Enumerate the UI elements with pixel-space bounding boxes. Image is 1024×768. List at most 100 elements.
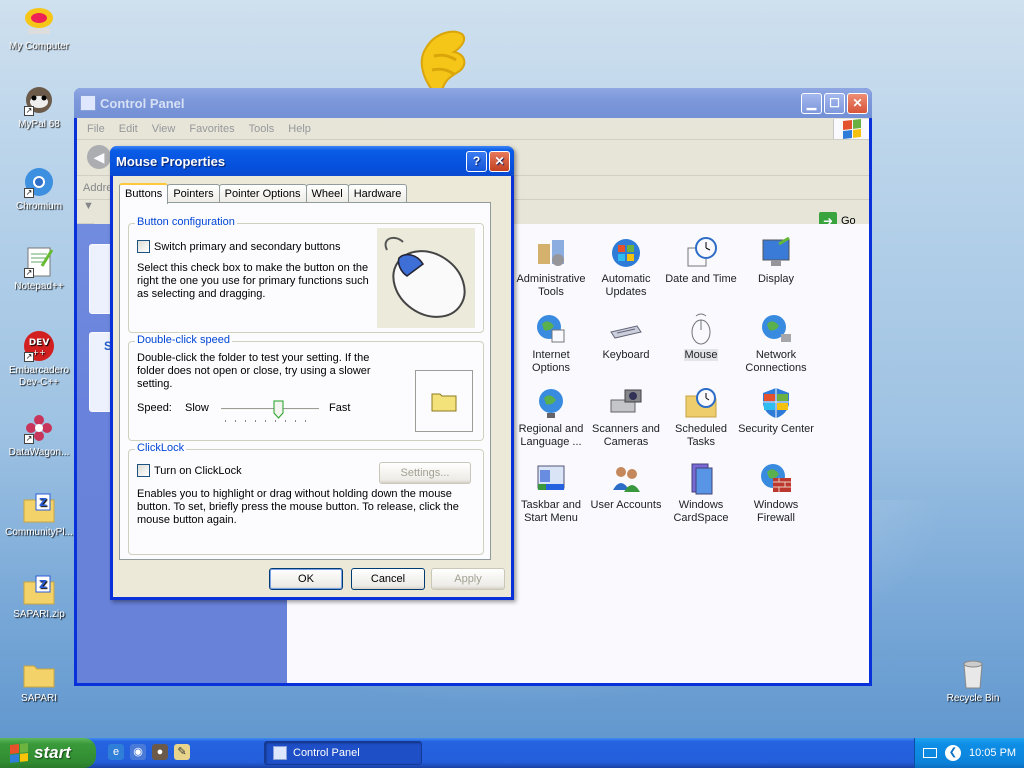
cp-item-taskbar-and-start-menu[interactable]: Taskbar and Start Menu xyxy=(513,462,589,525)
switch-buttons-checkbox[interactable]: Switch primary and secondary buttons xyxy=(137,240,340,253)
mypal-icon[interactable]: ● xyxy=(152,744,168,760)
windows-logo-icon xyxy=(609,236,643,270)
menu-file[interactable]: File xyxy=(87,123,105,135)
administrative-tools-icon xyxy=(534,236,568,270)
desktop-icon-mypal[interactable]: ↗ MyPal 68 xyxy=(2,84,76,131)
cp-item-windows-firewall[interactable]: Windows Firewall xyxy=(738,462,814,525)
cp-item-automatic-updates[interactable]: Automatic Updates xyxy=(588,236,664,299)
clicklock-checkbox[interactable]: Turn on ClickLock xyxy=(137,464,242,477)
slider-ticks xyxy=(225,420,315,422)
slider-thumb[interactable] xyxy=(273,400,284,419)
cp-item-internet-options[interactable]: Internet Options xyxy=(513,312,589,375)
slow-label: Slow xyxy=(185,402,209,414)
cp-item-network-connections[interactable]: Network Connections xyxy=(738,312,814,375)
cp-item-regional-and-language[interactable]: Regional and Language ... xyxy=(513,386,589,449)
checkbox-box[interactable] xyxy=(137,464,150,477)
cp-item-scanners-and-cameras[interactable]: Scanners and Cameras xyxy=(588,386,664,449)
help-button[interactable]: ? xyxy=(466,150,487,172)
clicklock-description: Enables you to highlight or drag without… xyxy=(137,488,459,526)
double-click-description: Double-click the folder to test your set… xyxy=(137,352,371,390)
menu-help[interactable]: Help xyxy=(288,123,311,135)
fast-label: Fast xyxy=(329,402,351,414)
scanner-icon xyxy=(609,386,643,420)
maximize-button[interactable]: ☐ xyxy=(824,92,845,114)
cancel-button[interactable]: Cancel xyxy=(351,568,425,590)
globe-icon xyxy=(534,386,568,420)
recycle-bin-icon xyxy=(956,658,990,690)
double-click-speed-slider[interactable] xyxy=(221,400,319,424)
tab-wheel[interactable]: Wheel xyxy=(305,184,349,203)
desktop-icon-communitypl[interactable]: Z CommunityPl... xyxy=(2,492,76,539)
menu-view[interactable]: View xyxy=(152,123,176,135)
dialog-titlebar[interactable]: Mouse Properties ? ✕ xyxy=(110,146,514,176)
tab-pointer-options[interactable]: Pointer Options xyxy=(218,184,307,203)
start-button[interactable]: start xyxy=(0,738,96,768)
wallpaper-mascot-icon xyxy=(420,30,466,91)
menu-favorites[interactable]: Favorites xyxy=(189,123,234,135)
control-panel-icon xyxy=(80,95,96,111)
cp-item-display[interactable]: Display xyxy=(738,236,814,286)
clicklock-label: ClickLock xyxy=(135,442,187,454)
checkbox-box[interactable] xyxy=(137,240,150,253)
clicklock-settings-button[interactable]: Settings... xyxy=(379,462,471,484)
desktop-icon-recycle-bin[interactable]: Recycle Bin xyxy=(936,658,1010,705)
raccoon-icon: ↗ xyxy=(22,84,56,116)
svg-text:DEV: DEV xyxy=(29,338,50,348)
globe-icon xyxy=(534,312,568,346)
tab-hardware[interactable]: Hardware xyxy=(347,184,408,203)
minimize-button[interactable]: ▁ xyxy=(801,92,822,114)
clock[interactable]: 10:05 PM xyxy=(969,747,1016,759)
keyboard-icon xyxy=(609,312,643,346)
mouse-properties-dialog: Mouse Properties ? ✕ Buttons Pointers Po… xyxy=(110,146,514,600)
desktop-icon-datawagon[interactable]: ↗ DataWagon... xyxy=(2,412,76,459)
media-icon[interactable]: ◉ xyxy=(130,744,146,760)
clock-icon xyxy=(684,236,718,270)
menu-tools[interactable]: Tools xyxy=(249,123,275,135)
desktop-icon-my-computer[interactable]: My Computer xyxy=(2,6,76,53)
desktop-icon-devcpp[interactable]: DEV ++ ↗ Embarcadero Dev-C++ xyxy=(2,330,76,389)
close-button[interactable]: ✕ xyxy=(847,92,868,114)
cp-item-scheduled-tasks[interactable]: Scheduled Tasks xyxy=(663,386,739,449)
internet-explorer-icon[interactable]: e xyxy=(108,744,124,760)
cp-item-security-center[interactable]: Security Center xyxy=(738,386,814,436)
address-dropdown-button[interactable]: ▼ xyxy=(77,200,94,224)
taskbar-item-control-panel[interactable]: Control Panel xyxy=(264,741,422,765)
chevron-left-icon[interactable]: ❮ xyxy=(945,745,961,761)
quick-launch: e ◉ ● ✎ xyxy=(108,744,190,760)
cp-item-date-and-time[interactable]: Date and Time xyxy=(663,236,739,286)
computer-icon xyxy=(22,6,56,38)
control-panel-icon xyxy=(273,746,287,760)
devcpp-icon: DEV ++ ↗ xyxy=(22,330,56,362)
notepad-icon[interactable]: ✎ xyxy=(174,744,190,760)
windows-flag-icon xyxy=(10,743,28,763)
desktop-icon-notepadpp[interactable]: ↗ Notepad++ xyxy=(2,246,76,293)
chromium-icon: ↗ xyxy=(22,166,56,198)
keyboard-icon[interactable] xyxy=(923,748,937,758)
control-panel-titlebar[interactable]: Control Panel ▁ ☐ ✕ xyxy=(74,88,872,118)
control-panel-title: Control Panel xyxy=(100,95,185,111)
tab-pointers[interactable]: Pointers xyxy=(167,184,220,203)
cp-item-windows-cardspace[interactable]: Windows CardSpace xyxy=(663,462,739,525)
cp-item-mouse[interactable]: Mouse xyxy=(663,312,739,362)
svg-text:Z: Z xyxy=(39,578,47,591)
tab-buttons[interactable]: Buttons xyxy=(119,183,169,204)
cp-item-keyboard[interactable]: Keyboard xyxy=(588,312,664,362)
dialog-close-button[interactable]: ✕ xyxy=(489,150,510,172)
windows-flag-icon xyxy=(833,118,869,139)
ok-button[interactable]: OK xyxy=(269,568,343,590)
cp-item-administrative-tools[interactable]: Administrative Tools xyxy=(513,236,589,299)
folder-icon xyxy=(22,658,56,690)
slider-track xyxy=(221,408,319,411)
menu-edit[interactable]: Edit xyxy=(119,123,138,135)
cp-item-user-accounts[interactable]: User Accounts xyxy=(588,462,664,512)
desktop-icon-sapari-zip[interactable]: Z SAPARI.zip xyxy=(2,574,76,621)
apply-button[interactable]: Apply xyxy=(431,568,505,590)
double-click-speed-label: Double-click speed xyxy=(135,334,232,346)
desktop-icon-chromium[interactable]: ↗ Chromium xyxy=(2,166,76,213)
back-arrow-icon[interactable]: ◀ xyxy=(87,145,111,169)
desktop-icon-sapari-folder[interactable]: SAPARI xyxy=(2,658,76,705)
test-folder-area[interactable] xyxy=(415,370,473,432)
svg-text:++: ++ xyxy=(32,348,45,357)
zip-folder-icon: Z xyxy=(22,492,56,524)
notepad-icon: ↗ xyxy=(22,246,56,278)
